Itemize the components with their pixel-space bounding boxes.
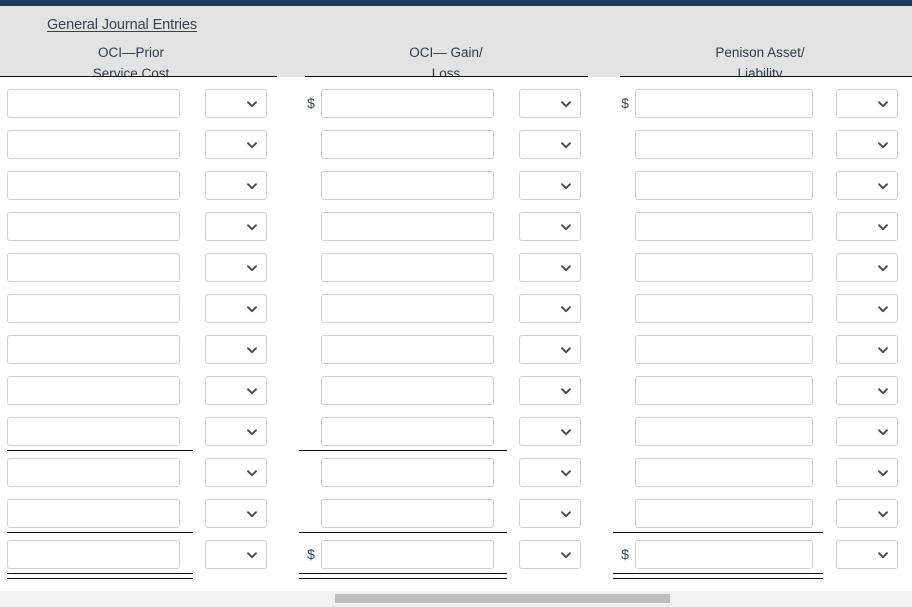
- amount-input-oci_prior_service_cost-row-9[interactable]: [7, 417, 180, 446]
- account-select-oci_gain_loss-row-9[interactable]: [519, 417, 581, 446]
- amount-input-pension_asset_liability-row-11[interactable]: [635, 499, 813, 528]
- amount-input-oci_prior_service_cost-row-10[interactable]: [7, 458, 180, 487]
- currency-symbol: $: [621, 546, 629, 562]
- subtotal-rule: [7, 450, 193, 451]
- general-journal-entries-title: General Journal Entries: [47, 17, 198, 33]
- account-select-oci_gain_loss-row-1[interactable]: [519, 89, 581, 118]
- account-select-oci_prior_service_cost-row-3[interactable]: [205, 171, 267, 200]
- amount-input-oci_prior_service_cost-row-4[interactable]: [7, 212, 180, 241]
- account-select-oci_prior_service_cost-row-12[interactable]: [205, 540, 267, 569]
- amount-input-pension_asset_liability-row-12[interactable]: [635, 540, 813, 569]
- account-select-oci_gain_loss-row-6[interactable]: [519, 294, 581, 323]
- account-select-oci_prior_service_cost-row-2[interactable]: [205, 130, 267, 159]
- amount-input-oci_gain_loss-row-4[interactable]: [321, 212, 494, 241]
- amount-input-oci_prior_service_cost-row-7[interactable]: [7, 335, 180, 364]
- amount-input-pension_asset_liability-row-6[interactable]: [635, 294, 813, 323]
- account-select-oci_prior_service_cost-row-11[interactable]: [205, 499, 267, 528]
- subtotal-rule: [299, 532, 507, 533]
- account-select-pension_asset_liability-row-4[interactable]: [836, 212, 898, 241]
- horizontal-scrollbar[interactable]: [0, 591, 912, 607]
- account-select-pension_asset_liability-row-9[interactable]: [836, 417, 898, 446]
- account-select-pension_asset_liability-row-11[interactable]: [836, 499, 898, 528]
- currency-symbol: $: [307, 546, 315, 562]
- account-select-oci_prior_service_cost-row-8[interactable]: [205, 376, 267, 405]
- account-select-pension_asset_liability-row-6[interactable]: [836, 294, 898, 323]
- currency-symbol: $: [307, 95, 315, 111]
- amount-input-pension_asset_liability-row-4[interactable]: [635, 212, 813, 241]
- account-select-oci_prior_service_cost-row-4[interactable]: [205, 212, 267, 241]
- account-select-oci_prior_service_cost-row-6[interactable]: [205, 294, 267, 323]
- amount-input-oci_prior_service_cost-row-8[interactable]: [7, 376, 180, 405]
- pension-worksheet-app: General Journal Entries OCI—Prior Service…: [0, 0, 912, 607]
- amount-input-oci_prior_service_cost-row-6[interactable]: [7, 294, 180, 323]
- amount-input-oci_gain_loss-row-9[interactable]: [321, 417, 494, 446]
- account-select-oci_gain_loss-row-10[interactable]: [519, 458, 581, 487]
- account-select-pension_asset_liability-row-12[interactable]: [836, 540, 898, 569]
- table-header-band: General Journal Entries OCI—Prior Service…: [0, 6, 912, 81]
- amount-input-oci_gain_loss-row-2[interactable]: [321, 130, 494, 159]
- amount-input-oci_gain_loss-row-12[interactable]: [321, 540, 494, 569]
- amount-input-pension_asset_liability-row-8[interactable]: [635, 376, 813, 405]
- account-select-oci_gain_loss-row-8[interactable]: [519, 376, 581, 405]
- account-select-oci_prior_service_cost-row-10[interactable]: [205, 458, 267, 487]
- subtotal-rule: [299, 450, 507, 451]
- amount-input-oci_prior_service_cost-row-11[interactable]: [7, 499, 180, 528]
- account-select-oci_gain_loss-row-5[interactable]: [519, 253, 581, 282]
- account-select-oci_gain_loss-row-7[interactable]: [519, 335, 581, 364]
- amount-input-oci_prior_service_cost-row-2[interactable]: [7, 130, 180, 159]
- account-select-pension_asset_liability-row-7[interactable]: [836, 335, 898, 364]
- account-select-oci_gain_loss-row-4[interactable]: [519, 212, 581, 241]
- subtotal-rule: [7, 532, 193, 533]
- subtotal-rule: [613, 532, 823, 533]
- account-select-oci_prior_service_cost-row-5[interactable]: [205, 253, 267, 282]
- account-select-oci_gain_loss-row-2[interactable]: [519, 130, 581, 159]
- amount-input-oci_prior_service_cost-row-12[interactable]: [7, 540, 180, 569]
- amount-input-oci_gain_loss-row-11[interactable]: [321, 499, 494, 528]
- horizontal-scrollbar-thumb[interactable]: [334, 594, 671, 603]
- account-select-pension_asset_liability-row-10[interactable]: [836, 458, 898, 487]
- amount-input-oci_gain_loss-row-7[interactable]: [321, 335, 494, 364]
- amount-input-pension_asset_liability-row-5[interactable]: [635, 253, 813, 282]
- account-select-oci_gain_loss-row-3[interactable]: [519, 171, 581, 200]
- column-header-line1: OCI— Gain/: [409, 45, 483, 60]
- amount-input-pension_asset_liability-row-3[interactable]: [635, 171, 813, 200]
- account-select-pension_asset_liability-row-8[interactable]: [836, 376, 898, 405]
- currency-symbol: $: [621, 95, 629, 111]
- total-double-rule: [7, 573, 193, 579]
- account-select-oci_gain_loss-row-11[interactable]: [519, 499, 581, 528]
- account-select-oci_prior_service_cost-row-9[interactable]: [205, 417, 267, 446]
- amount-input-oci_prior_service_cost-row-5[interactable]: [7, 253, 180, 282]
- worksheet-grid: $ $ $ $: [0, 77, 912, 584]
- column-header-line1: OCI—Prior: [97, 45, 164, 60]
- amount-input-oci_gain_loss-row-8[interactable]: [321, 376, 494, 405]
- amount-input-pension_asset_liability-row-2[interactable]: [635, 130, 813, 159]
- account-select-pension_asset_liability-row-2[interactable]: [836, 130, 898, 159]
- account-select-pension_asset_liability-row-5[interactable]: [836, 253, 898, 282]
- column-header-line1: Penison Asset/: [715, 45, 805, 60]
- amount-input-pension_asset_liability-row-7[interactable]: [635, 335, 813, 364]
- amount-input-oci_gain_loss-row-6[interactable]: [321, 294, 494, 323]
- total-double-rule: [299, 573, 507, 579]
- total-double-rule: [613, 573, 823, 579]
- amount-input-pension_asset_liability-row-9[interactable]: [635, 417, 813, 446]
- amount-input-oci_gain_loss-row-3[interactable]: [321, 171, 494, 200]
- account-select-oci_gain_loss-row-12[interactable]: [519, 540, 581, 569]
- amount-input-pension_asset_liability-row-1[interactable]: [635, 89, 813, 118]
- account-select-oci_prior_service_cost-row-1[interactable]: [205, 89, 267, 118]
- amount-input-oci_gain_loss-row-10[interactable]: [321, 458, 494, 487]
- amount-input-oci_gain_loss-row-1[interactable]: [321, 89, 494, 118]
- account-select-pension_asset_liability-row-1[interactable]: [836, 89, 898, 118]
- amount-input-pension_asset_liability-row-10[interactable]: [635, 458, 813, 487]
- account-select-pension_asset_liability-row-3[interactable]: [836, 171, 898, 200]
- amount-input-oci_prior_service_cost-row-1[interactable]: [7, 89, 180, 118]
- account-select-oci_prior_service_cost-row-7[interactable]: [205, 335, 267, 364]
- amount-input-oci_prior_service_cost-row-3[interactable]: [7, 171, 180, 200]
- amount-input-oci_gain_loss-row-5[interactable]: [321, 253, 494, 282]
